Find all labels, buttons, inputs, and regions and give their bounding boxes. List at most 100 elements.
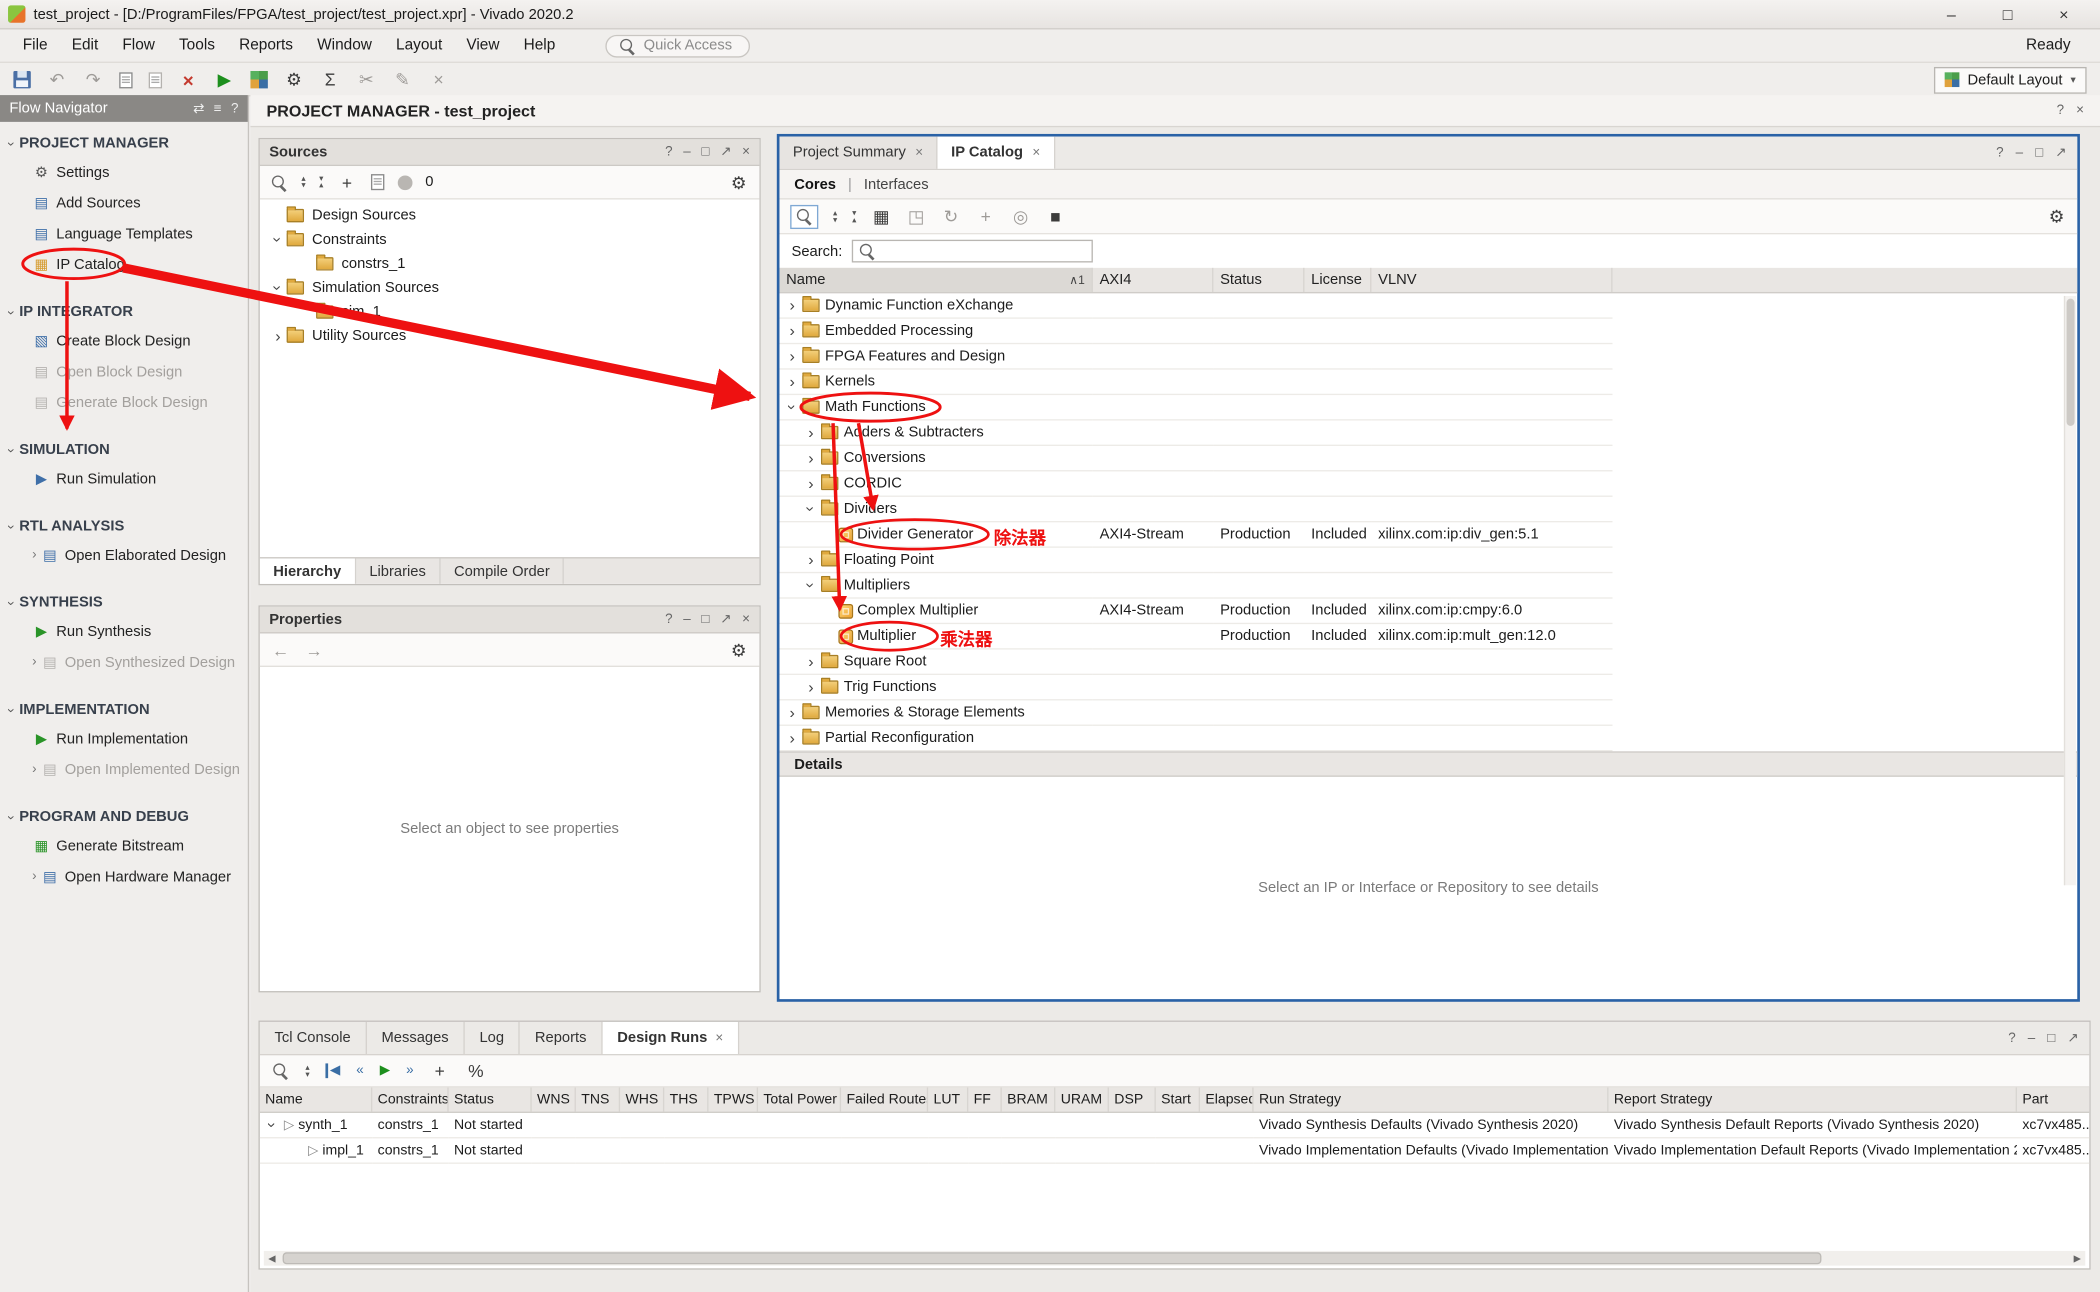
- horizontal-scrollbar[interactable]: ◀ ▶: [264, 1251, 2085, 1266]
- ip-catalog-row[interactable]: › Adders & Subtracters: [779, 421, 2077, 446]
- menu-item[interactable]: View: [454, 33, 511, 57]
- scrollbar-thumb[interactable]: [2067, 299, 2075, 426]
- flow-navigator-item[interactable]: › ▧ Create Block Design: [0, 325, 248, 356]
- minimize-icon[interactable]: –: [683, 145, 690, 160]
- ip-catalog-row[interactable]: › Floating Point: [779, 548, 2077, 573]
- ip-catalog-row[interactable]: › Embedded Processing: [779, 319, 2077, 344]
- close-icon[interactable]: ×: [742, 612, 750, 627]
- flow-navigator-item[interactable]: › ▤ Generate Block Design: [0, 387, 248, 418]
- cancel-icon[interactable]: ×: [429, 71, 449, 88]
- toggle-panel-icon[interactable]: ⇄: [193, 101, 204, 116]
- collapse-all-icon[interactable]: ▴▾: [301, 175, 305, 188]
- float-icon[interactable]: □: [701, 612, 709, 627]
- create-run-icon[interactable]: +: [430, 1062, 450, 1079]
- design-runs-column-header[interactable]: WNS: [532, 1088, 576, 1112]
- close-icon[interactable]: ×: [715, 1031, 723, 1046]
- expander-icon[interactable]: ›: [804, 552, 819, 568]
- run-icon[interactable]: ▶: [214, 71, 234, 88]
- detach-icon[interactable]: ◳: [906, 208, 926, 225]
- ip-catalog-row[interactable]: › Square Root: [779, 650, 2077, 675]
- ip-catalog-row[interactable]: › CORDIC: [779, 471, 2077, 496]
- menu-item[interactable]: Help: [512, 33, 568, 57]
- expander-icon[interactable]: ›: [803, 502, 819, 517]
- expand-all-icon[interactable]: ▾▴: [319, 175, 323, 188]
- expander-icon[interactable]: ›: [785, 704, 800, 720]
- bottom-tab[interactable]: Reports ×: [520, 1022, 602, 1054]
- close-icon[interactable]: ×: [2076, 103, 2084, 118]
- expander-icon[interactable]: ›: [785, 374, 800, 390]
- source-tree-item[interactable]: › sim_1: [260, 300, 760, 324]
- layout-selector[interactable]: Default Layout ▾: [1934, 66, 2087, 93]
- scroll-left-icon[interactable]: ◀: [264, 1253, 280, 1264]
- help-icon[interactable]: ?: [2057, 103, 2064, 118]
- menu-item[interactable]: Reports: [227, 33, 305, 57]
- bottom-tab[interactable]: Log ×: [465, 1022, 520, 1054]
- expand-all-icon[interactable]: ▾▴: [852, 210, 856, 223]
- help-icon[interactable]: ?: [665, 145, 672, 160]
- expander-icon[interactable]: ›: [804, 475, 819, 491]
- expander-icon[interactable]: ›: [785, 323, 800, 339]
- expander-icon[interactable]: ›: [785, 730, 800, 746]
- stop-icon[interactable]: ■: [1045, 208, 1065, 225]
- flow-navigator-item[interactable]: › ▤ Open Hardware Manager: [0, 861, 248, 892]
- expander-icon[interactable]: ›: [784, 400, 800, 415]
- subtab-interfaces[interactable]: Interfaces: [864, 176, 929, 192]
- sources-view-tab[interactable]: Compile Order: [441, 558, 565, 583]
- sum-report-icon[interactable]: Σ: [320, 71, 340, 88]
- maximize-icon[interactable]: ↗: [2055, 145, 2066, 160]
- close-icon[interactable]: ×: [742, 145, 750, 160]
- flow-navigator-item[interactable]: › PROGRAM AND DEBUG: [0, 804, 248, 831]
- flow-navigator-item[interactable]: › ▤ Language Templates: [0, 218, 248, 249]
- run-icon[interactable]: ▶: [380, 1063, 390, 1078]
- percent-icon[interactable]: %: [466, 1062, 486, 1079]
- save-icon[interactable]: [13, 71, 30, 88]
- go-to-start-icon[interactable]: ◀: [326, 1063, 340, 1078]
- flow-navigator-item[interactable]: › ⚙ Settings: [0, 157, 248, 188]
- design-runs-column-header[interactable]: Constraints: [372, 1088, 448, 1112]
- ip-catalog-row[interactable]: › Divider Generator AXI4-Stream Producti…: [779, 522, 2077, 547]
- messages-badge-icon[interactable]: [397, 175, 412, 190]
- design-run-row[interactable]: › ▷ impl_1 constrs_1 Not started: [260, 1138, 2089, 1163]
- fast-forward-icon[interactable]: »: [406, 1063, 413, 1078]
- expander-icon[interactable]: ›: [785, 348, 800, 364]
- expander-icon[interactable]: ›: [271, 328, 286, 344]
- bottom-tab[interactable]: Tcl Console ×: [260, 1022, 367, 1054]
- rewind-icon[interactable]: «: [356, 1063, 363, 1078]
- column-header-status[interactable]: Status: [1213, 268, 1304, 292]
- create-file-icon[interactable]: [370, 174, 383, 190]
- flow-navigator-item[interactable]: › ▤ Open Synthesized Design: [0, 647, 248, 678]
- delete-icon[interactable]: ×: [178, 70, 198, 89]
- ip-catalog-row[interactable]: › Trig Functions: [779, 675, 2077, 700]
- flow-navigator-item[interactable]: › ▤ Open Elaborated Design: [0, 540, 248, 571]
- expander-icon[interactable]: ›: [270, 281, 286, 296]
- collapse-all-icon[interactable]: ▴▾: [833, 210, 837, 223]
- column-header-axi4[interactable]: AXI4: [1093, 268, 1214, 292]
- flow-navigator-item[interactable]: › ▶ Run Simulation: [0, 463, 248, 494]
- edit-icon[interactable]: ✎: [392, 71, 412, 88]
- tab-ip-catalog[interactable]: IP Catalog ×: [938, 137, 1055, 169]
- search-icon[interactable]: [272, 1062, 289, 1079]
- scrollbar-thumb[interactable]: [283, 1252, 1822, 1264]
- bottom-tab[interactable]: Messages ×: [367, 1022, 465, 1054]
- flow-navigator-item[interactable]: › ▦ Generate Bitstream: [0, 830, 248, 861]
- flow-navigator-item[interactable]: › IP INTEGRATOR: [0, 299, 248, 326]
- help-icon[interactable]: ?: [231, 101, 238, 116]
- gear-icon[interactable]: ⚙: [2046, 208, 2066, 225]
- expander-icon[interactable]: ›: [803, 578, 819, 593]
- design-runs-column-header[interactable]: URAM: [1055, 1088, 1109, 1112]
- back-arrow-icon[interactable]: ←: [271, 641, 291, 658]
- gear-icon[interactable]: ⚙: [729, 173, 749, 190]
- quick-access-search[interactable]: Quick Access: [605, 34, 750, 57]
- copy-icon[interactable]: [149, 72, 162, 88]
- menu-item[interactable]: Flow: [110, 33, 167, 57]
- design-runs-column-header[interactable]: Part: [2017, 1088, 2091, 1112]
- source-tree-item[interactable]: › Utility Sources: [260, 324, 760, 348]
- minimize-icon[interactable]: –: [2016, 145, 2023, 160]
- column-header-license[interactable]: License: [1304, 268, 1371, 292]
- maximize-icon[interactable]: ↗: [720, 145, 731, 160]
- expander-icon[interactable]: ›: [265, 1118, 281, 1133]
- bottom-tab[interactable]: Design Runs ×: [603, 1022, 740, 1054]
- redo-icon[interactable]: ↷: [83, 71, 103, 88]
- design-runs-column-header[interactable]: Total Power: [758, 1088, 841, 1112]
- gear-icon[interactable]: ⚙: [729, 641, 749, 658]
